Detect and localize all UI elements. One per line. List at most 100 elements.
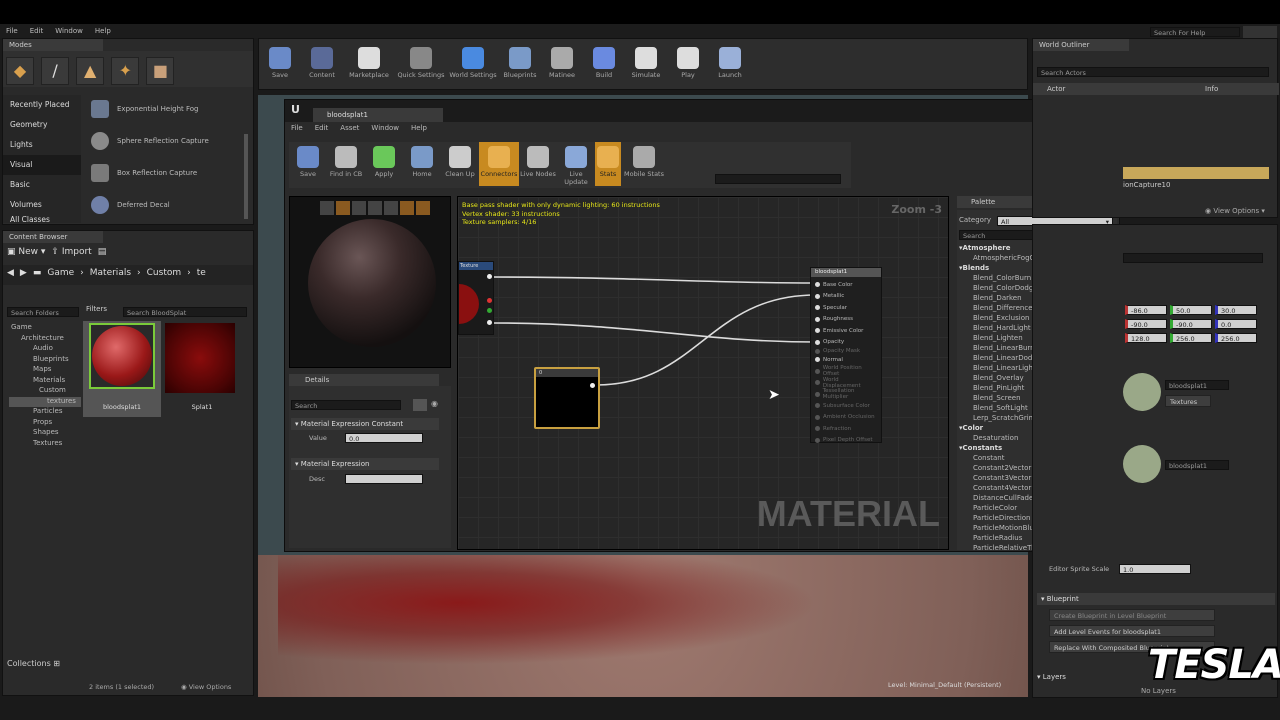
import-button[interactable]: ⇪ Import <box>51 247 91 261</box>
sprite-scale-input[interactable]: 1.0 <box>1119 564 1191 574</box>
save-button[interactable]: Save <box>259 43 301 79</box>
details-grid-icon[interactable] <box>413 399 427 411</box>
filters-button[interactable]: Filters <box>86 305 107 313</box>
find-in-cb-button[interactable]: Find in CB <box>327 142 365 186</box>
preview-sphere-icon[interactable] <box>336 201 350 215</box>
input-pin[interactable]: Ambient Occlusion <box>815 412 877 424</box>
place-mode-icon[interactable]: ◆ <box>6 57 34 85</box>
output-pin-g[interactable] <box>487 308 492 313</box>
me-menu-help[interactable]: Help <box>405 124 433 132</box>
outliner-view-options[interactable]: ◉ View Options ▾ <box>1205 207 1265 215</box>
preview-plane-icon[interactable] <box>352 201 366 215</box>
modes-cat-all[interactable]: All Classes <box>3 215 81 223</box>
create-blueprint-button[interactable]: Create Blueprint in Level Blueprint <box>1049 609 1215 621</box>
window-controls[interactable] <box>1243 26 1277 38</box>
transform-input[interactable]: 30.0 <box>1215 305 1257 315</box>
tree-item[interactable]: Textures <box>9 439 81 450</box>
modes-cat-basic[interactable]: Basic <box>3 175 81 195</box>
input-pin[interactable]: World Position Offset <box>815 365 877 377</box>
menu-file[interactable]: File <box>0 24 24 35</box>
preview-cube-icon[interactable] <box>368 201 382 215</box>
content-browser-tab[interactable]: Content Browser <box>3 231 103 243</box>
output-pin-r[interactable] <box>487 298 492 303</box>
details-tab[interactable]: Details <box>289 374 439 386</box>
tree-item[interactable]: Custom <box>9 386 81 397</box>
tree-item[interactable]: Shapes <box>9 428 81 439</box>
input-pin[interactable]: Refraction <box>815 423 877 435</box>
result-node[interactable]: bloodsplat1 Base Color Metallic Specular Ro… <box>810 267 882 443</box>
input-pin[interactable]: World Displacement <box>815 377 877 389</box>
forward-icon[interactable]: ▶ <box>20 268 27 282</box>
build-button[interactable]: Build <box>583 43 625 79</box>
textures-dropdown[interactable]: Textures <box>1165 395 1211 407</box>
col-info[interactable]: Info <box>1205 85 1218 93</box>
material-thumb-1[interactable] <box>1123 373 1161 411</box>
input-pin[interactable]: Metallic <box>815 291 877 303</box>
modes-cat-recent[interactable]: Recently Placed <box>3 95 81 115</box>
input-pin[interactable]: Opacity <box>815 337 877 349</box>
details-search-right[interactable] <box>1123 253 1263 263</box>
transform-input[interactable]: -90.0 <box>1125 319 1167 329</box>
content-button[interactable]: Content <box>301 43 343 79</box>
view-options-button[interactable]: ◉ View Options <box>181 683 231 691</box>
back-icon[interactable]: ◀ <box>7 268 14 282</box>
input-pin[interactable]: Roughness <box>815 314 877 326</box>
tree-item[interactable]: textures <box>9 396 81 407</box>
crumb-game[interactable]: Game <box>47 268 74 282</box>
actor-row[interactable]: ionCapture10 <box>1123 181 1170 189</box>
modes-tab[interactable]: Modes <box>3 39 103 51</box>
actor-search-input[interactable]: Search Actors <box>1037 67 1269 77</box>
menu-edit[interactable]: Edit <box>24 24 50 35</box>
modes-cat-geometry[interactable]: Geometry <box>3 115 81 135</box>
help-search-input[interactable]: Search For Help <box>1150 27 1240 37</box>
output-pin[interactable] <box>590 383 595 388</box>
asset-search-input[interactable]: Search BloodSplat <box>123 307 247 317</box>
input-pin[interactable]: Tessellation Multiplier <box>815 388 877 400</box>
menu-help[interactable]: Help <box>89 24 117 35</box>
apply-button[interactable]: Apply <box>365 142 403 186</box>
modes-item[interactable]: Sphere Reflection Capture <box>83 125 243 157</box>
asset-tile[interactable]: bloodsplat1 <box>83 321 161 417</box>
tree-item[interactable]: Particles <box>9 407 81 418</box>
paint-mode-icon[interactable]: / <box>41 57 70 85</box>
modes-item[interactable]: Box Reflection Capture <box>83 157 243 189</box>
output-pin-a[interactable] <box>487 320 492 325</box>
mobile-stats-button[interactable]: Mobile Stats <box>621 142 667 186</box>
stats-button[interactable]: Stats <box>595 142 621 186</box>
input-pin[interactable]: Base Color <box>815 279 877 291</box>
simulate-button[interactable]: Simulate <box>625 43 667 79</box>
section-constant[interactable]: ▾ Material Expression Constant <box>291 418 439 430</box>
transform-input[interactable]: 256.0 <box>1170 333 1212 343</box>
geometry-mode-icon[interactable]: ■ <box>146 57 175 85</box>
col-actor[interactable]: Actor <box>1047 85 1065 93</box>
clean-up-button[interactable]: Clean Up <box>441 142 479 186</box>
modes-item[interactable]: Exponential Height Fog <box>83 93 243 125</box>
constant-node[interactable]: 0 <box>534 367 600 429</box>
material-thumb-2[interactable] <box>1123 445 1161 483</box>
transform-input[interactable]: -90.0 <box>1170 319 1212 329</box>
preview-mesh-icon[interactable] <box>384 201 398 215</box>
blueprints-button[interactable]: Blueprints <box>499 43 541 79</box>
home-button[interactable]: Home <box>403 142 441 186</box>
crumb-custom[interactable]: Custom <box>147 268 181 282</box>
me-menu-file[interactable]: File <box>285 124 309 132</box>
modes-cat-lights[interactable]: Lights <box>3 135 81 155</box>
folder-search-input[interactable]: Search Folders <box>7 307 79 317</box>
details-search-input[interactable]: Search <box>291 400 401 410</box>
matinee-button[interactable]: Matinee <box>541 43 583 79</box>
transform-input[interactable]: 0.0 <box>1215 319 1257 329</box>
world-settings-button[interactable]: World Settings <box>447 43 499 79</box>
blueprint-section[interactable]: ▾ Blueprint <box>1037 593 1275 605</box>
material-graph[interactable]: Base pass shader with only dynamic light… <box>457 196 949 550</box>
material-tab[interactable]: bloodsplat1 <box>313 108 443 122</box>
output-pin[interactable] <box>487 274 492 279</box>
tree-item[interactable]: Maps <box>9 365 81 376</box>
input-pin[interactable]: Subsurface Color <box>815 400 877 412</box>
transform-input[interactable]: -86.0 <box>1125 305 1167 315</box>
transform-input[interactable]: 50.0 <box>1170 305 1212 315</box>
transform-input[interactable]: 128.0 <box>1125 333 1167 343</box>
live-update-button[interactable]: Live Update <box>557 142 595 186</box>
modes-cat-volumes[interactable]: Volumes <box>3 195 81 215</box>
material-slot-2[interactable]: bloodsplat1 <box>1165 460 1229 470</box>
landscape-mode-icon[interactable]: ▲ <box>76 57 105 85</box>
